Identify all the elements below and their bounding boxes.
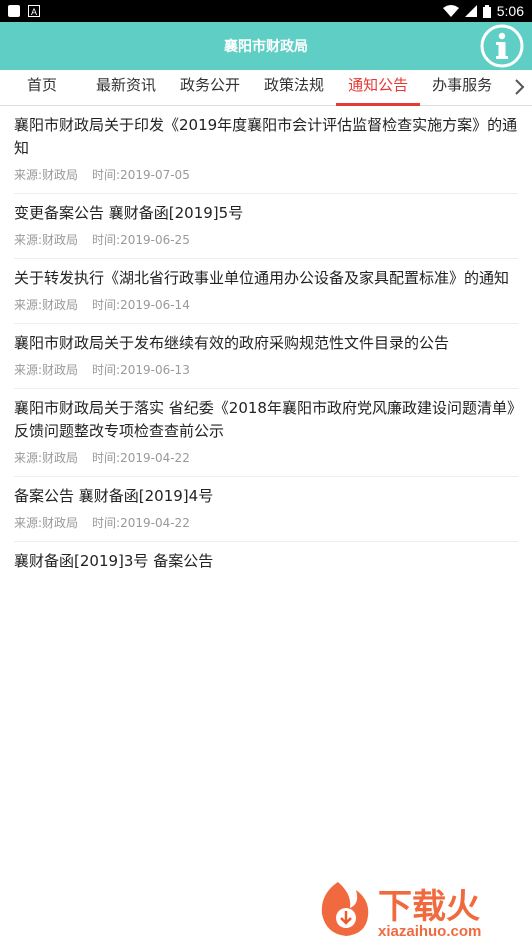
item-source: 来源:财政局	[14, 516, 79, 530]
item-source: 来源:财政局	[14, 168, 79, 182]
item-source: 来源:财政局	[14, 363, 79, 377]
item-title: 襄财备函[2019]3号 备案公告	[14, 552, 214, 570]
list-item[interactable]: 襄财备函[2019]3号 备案公告	[14, 542, 518, 583]
item-title: 襄阳市财政局关于发布继续有效的政府采购规范性文件目录的公告	[14, 334, 450, 352]
watermark-logo: 下载火 xiazaihuo.com	[321, 882, 481, 940]
info-icon[interactable]	[480, 24, 524, 68]
list-item[interactable]: 关于转发执行《湖北省行政事业单位通用办公设备及家具配置标准》的通知 来源:财政局…	[14, 259, 518, 324]
status-time: 5:06	[496, 3, 524, 19]
item-meta: 来源:财政局 时间:2019-06-14	[14, 296, 518, 313]
battery-icon	[482, 4, 491, 18]
tab-government-affairs[interactable]: 政务公开	[180, 74, 240, 105]
item-source: 来源:财政局	[14, 451, 79, 465]
tab-notices[interactable]: 通知公告	[336, 74, 421, 106]
chevron-right-icon[interactable]	[512, 78, 526, 96]
list-item[interactable]: 变更备案公告 襄财备函[2019]5号 来源:财政局 时间:2019-06-25	[14, 194, 518, 259]
watermark-url: xiazaihuo.com	[378, 923, 481, 940]
item-source: 来源:财政局	[14, 298, 79, 312]
tab-services[interactable]: 办事服务	[432, 74, 492, 105]
item-title: 关于转发执行《湖北省行政事业单位通用办公设备及家具配置标准》的通知	[14, 269, 510, 287]
tab-latest-news[interactable]: 最新资讯	[96, 74, 156, 105]
list-item[interactable]: 备案公告 襄财备函[2019]4号 来源:财政局 时间:2019-04-22	[14, 477, 518, 542]
item-meta: 来源:财政局 时间:2019-07-05	[14, 166, 518, 183]
list-item[interactable]: 襄阳市财政局关于发布继续有效的政府采购规范性文件目录的公告 来源:财政局 时间:2…	[14, 324, 518, 389]
wifi-icon	[442, 5, 459, 17]
page-title: 襄阳市财政局	[224, 39, 308, 55]
item-title: 襄阳市财政局关于落实 省纪委《2018年襄阳市政府党风廉政建设问题清单》反馈问题…	[14, 399, 515, 440]
item-time: 时间:2019-06-13	[92, 363, 190, 377]
tab-bar: 首页 最新资讯 政务公开 政策法规 通知公告 办事服务	[0, 70, 532, 106]
item-time: 时间:2019-07-05	[92, 168, 190, 182]
item-time: 时间:2019-06-25	[92, 233, 190, 247]
item-source: 来源:财政局	[14, 233, 79, 247]
item-title: 变更备案公告 襄财备函[2019]5号	[14, 204, 244, 222]
notice-list: 襄阳市财政局关于印发《2019年度襄阳市会计评估监督检查实施方案》的通知 来源:…	[0, 106, 532, 583]
item-title: 襄阳市财政局关于印发《2019年度襄阳市会计评估监督检查实施方案》的通知	[14, 116, 518, 157]
list-item[interactable]: 襄阳市财政局关于印发《2019年度襄阳市会计评估监督检查实施方案》的通知 来源:…	[14, 106, 518, 194]
item-time: 时间:2019-04-22	[92, 451, 190, 465]
item-time: 时间:2019-04-22	[92, 516, 190, 530]
status-bar: A 5:06	[0, 0, 532, 22]
item-time: 时间:2019-06-14	[92, 298, 190, 312]
watermark-text: 下载火	[378, 887, 480, 927]
item-title: 备案公告 襄财备函[2019]4号	[14, 487, 214, 505]
item-meta: 来源:财政局 时间:2019-04-22	[14, 514, 518, 531]
item-meta: 来源:财政局 时间:2019-06-13	[14, 361, 518, 378]
tab-policies[interactable]: 政策法规	[264, 74, 324, 105]
app-header: 襄阳市财政局	[0, 22, 532, 70]
list-item[interactable]: 襄阳市财政局关于落实 省纪委《2018年襄阳市政府党风廉政建设问题清单》反馈问题…	[14, 389, 518, 477]
signal-icon	[464, 5, 477, 17]
tab-home[interactable]: 首页	[27, 74, 57, 105]
notification-icon	[8, 5, 20, 17]
item-meta: 来源:财政局 时间:2019-06-25	[14, 231, 518, 248]
item-meta: 来源:财政局 时间:2019-04-22	[14, 449, 518, 466]
a-notification-icon: A	[28, 5, 40, 17]
